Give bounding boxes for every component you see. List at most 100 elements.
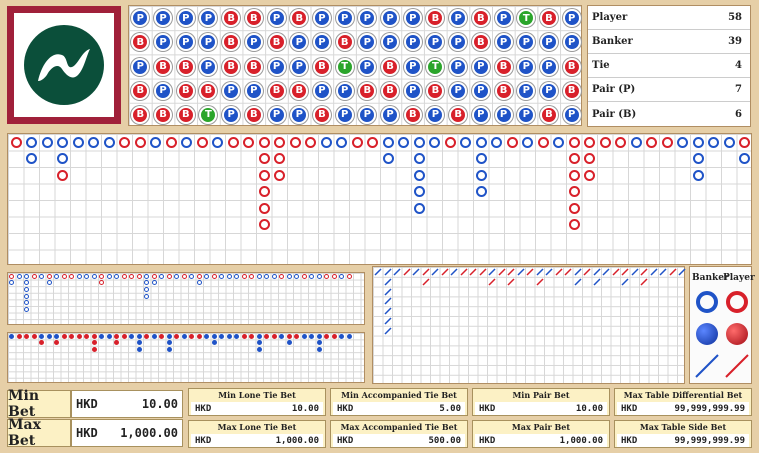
bead-result: P [449,81,468,100]
big-eye-mark [84,273,90,279]
stat-banker: Banker 39 [588,30,750,54]
big-road-mark [274,169,285,181]
currency: HKD [195,403,212,414]
bead-result: B [244,105,263,124]
bead-result: P [335,81,354,100]
cockroach-road-mark [421,268,430,276]
big-eye-mark [61,273,67,279]
big-road-mark [460,136,471,148]
big-eye-mark [204,273,210,279]
big-road-mark [351,136,363,148]
small-road-mark [121,333,127,339]
big-eye-road [7,272,365,325]
cockroach-road-mark [402,268,411,276]
bead-result: P [494,105,513,124]
small-road-mark [256,340,262,346]
big-road-mark [212,136,223,148]
big-eye-mark [264,273,270,279]
stat-label: Banker [592,36,633,47]
max-bet-label: Max Bet [7,417,71,449]
big-eye-mark [234,273,240,279]
cockroach-road-mark [535,268,544,276]
small-road-mark [39,333,45,339]
big-road-mark [506,136,518,148]
big-eye-mark [324,273,330,279]
big-eye-mark [76,273,82,279]
small-road-mark [136,346,142,352]
small-road-mark [324,333,330,339]
cockroach-road-mark [659,268,667,276]
bead-result: B [222,9,241,28]
limit-title: Min Lone Tie Bet [218,390,296,400]
cockroach-road-mark [573,268,582,276]
legend-banker-ring-icon [696,291,718,313]
big-eye-mark [31,273,37,279]
big-eye-mark [46,280,52,286]
bead-result: B [131,81,150,100]
cockroach-road-mark [488,268,496,276]
bead-result: P [312,81,331,100]
cockroach-road-mark [374,268,382,276]
bead-result: B [426,9,445,28]
big-road-mark [491,136,502,148]
big-eye-mark [9,273,15,279]
currency: HKD [76,397,98,411]
big-road-mark [413,153,425,164]
stat-label: Pair (B) [592,108,637,120]
big-road-mark [196,136,208,148]
cockroach-road-mark [383,278,392,286]
big-road-mark [568,202,580,214]
big-road-mark [274,153,285,164]
small-road-mark [286,333,292,339]
big-road-mark [72,136,84,148]
cockroach-road-mark [554,268,563,276]
big-road-mark [258,186,270,197]
cockroach-road-mark [630,268,639,276]
bead-result: P [358,57,377,76]
big-eye-mark [69,273,75,279]
bead-result: B [471,33,490,52]
stat-value: 4 [735,60,742,71]
big-road-mark [568,219,580,230]
big-road-mark [165,136,177,148]
big-road-mark [584,153,595,164]
limit-title: Max Accompanied Tie Bet [340,422,458,432]
bead-result: B [154,57,173,76]
big-eye-mark [151,280,157,286]
bead-result: B [358,81,377,100]
big-eye-mark [144,273,150,279]
big-eye-mark [226,273,232,279]
bead-result: T [517,9,536,28]
small-road-mark [339,333,345,339]
stat-pair-banker: Pair (B) 6 [588,102,750,126]
big-eye-mark [196,280,202,286]
small-road-mark [204,333,210,339]
big-eye-mark [309,273,315,279]
small-road-mark [106,333,112,339]
limit-max-table-differential: Max Table Differential Bet HKD 99,999,999.… [614,388,752,416]
small-road-mark [166,340,172,346]
amount: 10.00 [141,397,178,411]
bead-result: P [449,9,468,28]
small-road-mark [346,333,352,339]
big-road-mark [599,136,611,148]
bead-result: B [449,105,468,124]
cockroach-road-mark [383,268,392,276]
small-road-mark [286,340,292,346]
bead-result: P [381,105,400,124]
bead-result: T [199,105,218,124]
big-road-mark [57,169,68,181]
big-eye-mark [24,280,30,286]
small-road-mark [316,333,322,339]
amount: 1,000.00 [275,435,319,446]
currency: HKD [621,403,638,414]
small-road-mark [61,333,67,339]
big-road-mark [134,136,146,148]
bead-result: P [426,105,445,124]
big-road [7,133,752,265]
big-road-mark [615,136,626,148]
cockroach-road-mark [497,268,506,276]
cockroach-road-mark [383,297,392,305]
big-road-mark [336,136,347,148]
bead-result: B [539,9,558,28]
